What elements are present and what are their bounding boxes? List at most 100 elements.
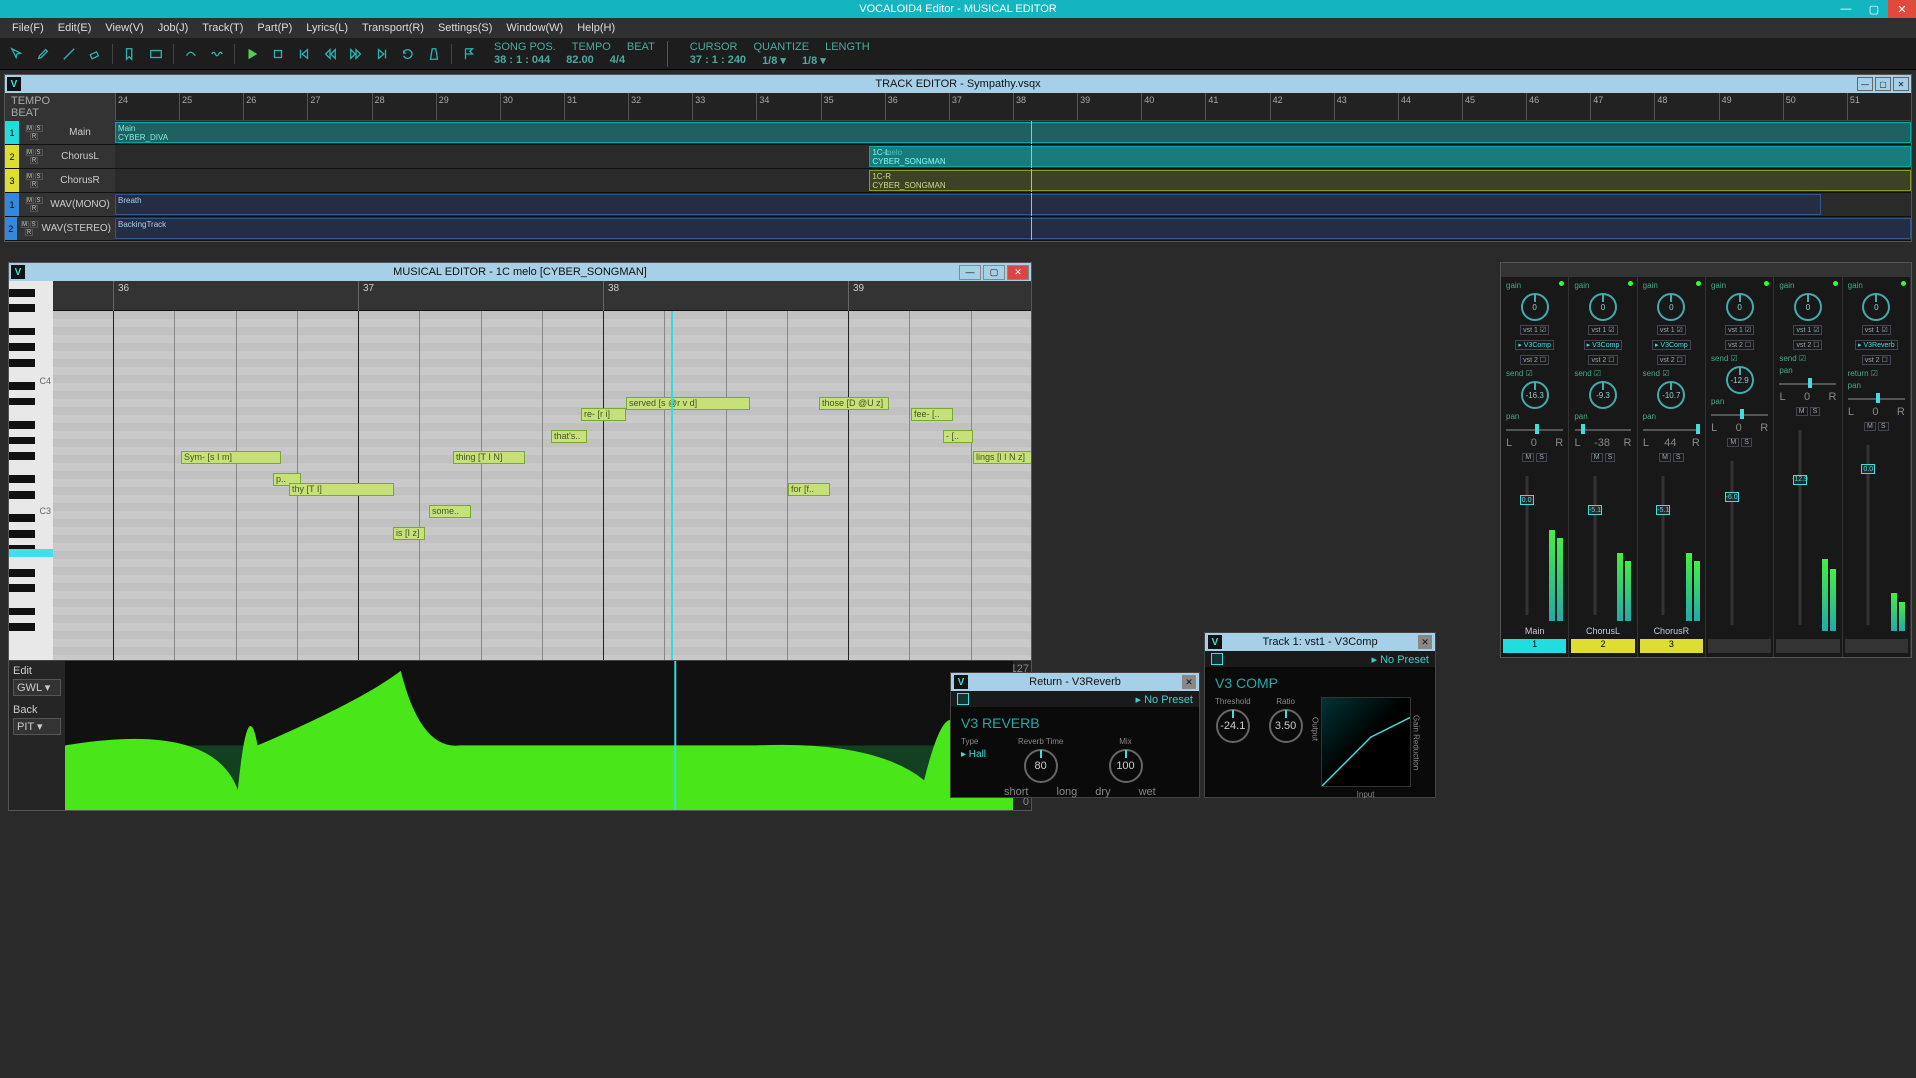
me-close-button[interactable]: ✕ — [1007, 265, 1029, 280]
strip-mute-button[interactable]: M — [1659, 453, 1671, 462]
strip-solo-button[interactable]: S — [1878, 422, 1889, 431]
vst2-slot[interactable]: vst 2 ☐ — [1862, 355, 1891, 365]
menu-item[interactable]: Track(T) — [196, 20, 249, 36]
solo-button[interactable]: S — [35, 149, 43, 156]
parameter-graph[interactable] — [65, 661, 1013, 810]
reverb-time-knob[interactable]: 80 — [1024, 749, 1058, 783]
piano-keyboard[interactable]: C4C3 — [9, 281, 53, 660]
note[interactable]: lings [l I N z] — [973, 451, 1031, 464]
tempo-value[interactable]: 82.00 — [566, 54, 594, 66]
back-dropdown[interactable]: PIT ▾ — [13, 718, 61, 735]
track-name[interactable]: WAV(MONO) — [49, 199, 115, 210]
vst2-slot[interactable]: vst 2 ☐ — [1657, 355, 1686, 365]
gain-knob[interactable]: 0 — [1589, 293, 1617, 321]
track-name[interactable]: ChorusL — [49, 151, 115, 162]
menu-item[interactable]: Part(P) — [251, 20, 298, 36]
strip-solo-button[interactable]: S — [1741, 438, 1752, 447]
rewind-start-button[interactable] — [293, 43, 315, 65]
strip-mute-button[interactable]: M — [1522, 453, 1534, 462]
pan-slider[interactable] — [1643, 424, 1700, 434]
menu-item[interactable]: Transport(R) — [356, 20, 430, 36]
note[interactable]: Sym- [s I m] — [181, 451, 281, 464]
vst-name[interactable]: ▸ V3Comp — [1652, 340, 1691, 350]
loop-button[interactable] — [397, 43, 419, 65]
rec-button[interactable]: R — [25, 229, 33, 236]
menu-item[interactable]: Help(H) — [571, 20, 621, 36]
track-number[interactable]: 1 — [5, 121, 19, 144]
volume-fader[interactable]: -12.9 — [1779, 424, 1820, 631]
track-ruler[interactable]: 2425262728293031323334353637383940414243… — [115, 93, 1911, 121]
panel-close-button[interactable]: ✕ — [1893, 77, 1909, 91]
solo-button[interactable]: S — [30, 221, 38, 228]
solo-button[interactable]: S — [35, 197, 43, 204]
track-lane[interactable]: MainCYBER_DIVA — [115, 121, 1911, 144]
rec-button[interactable]: R — [30, 181, 38, 188]
send-knob[interactable]: -10.7 — [1657, 381, 1685, 409]
track-lane[interactable]: Breath — [115, 193, 1911, 216]
menu-item[interactable]: File(F) — [6, 20, 50, 36]
vst1-slot[interactable]: vst 1 ☑ — [1588, 325, 1617, 335]
rec-button[interactable]: R — [30, 157, 38, 164]
track-number[interactable]: 1 — [5, 193, 19, 216]
note[interactable]: - [.. — [943, 430, 973, 443]
note[interactable]: those [D @U z] — [819, 397, 889, 410]
beat-value[interactable]: 4/4 — [610, 54, 625, 66]
songpos-value[interactable]: 38 : 1 : 044 — [494, 54, 550, 66]
strip-number[interactable] — [1776, 639, 1839, 653]
volume-fader[interactable]: 0.0 — [1848, 439, 1889, 631]
vst-name[interactable]: ▸ V3Reverb — [1855, 340, 1898, 350]
track-lane[interactable]: BackingTrack — [115, 217, 1911, 240]
edit-dropdown[interactable]: GWL ▾ — [13, 679, 61, 696]
track-lane[interactable]: 1C-RCYBER_SONGMAN — [115, 169, 1911, 192]
strip-solo-button[interactable]: S — [1810, 407, 1821, 416]
note[interactable]: that's.. — [551, 430, 587, 443]
rewind-button[interactable] — [319, 43, 341, 65]
piano-roll[interactable]: Sym- [s I m]p..thy [T I]is [I z]some..th… — [53, 311, 1031, 660]
note[interactable]: is [I z] — [393, 527, 425, 540]
reverb-close-button[interactable]: ✕ — [1182, 675, 1196, 689]
track-name[interactable]: Main — [49, 127, 115, 138]
vst-name[interactable]: ▸ V3Comp — [1584, 340, 1623, 350]
pan-slider[interactable] — [1848, 393, 1905, 403]
menu-item[interactable]: Window(W) — [500, 20, 569, 36]
comp-thresh-knob[interactable]: -24.1 — [1216, 709, 1250, 743]
gain-knob[interactable]: 0 — [1862, 293, 1890, 321]
marker-tool[interactable] — [119, 43, 141, 65]
vst1-slot[interactable]: vst 1 ☑ — [1862, 325, 1891, 335]
pencil-tool[interactable] — [32, 43, 54, 65]
volume-fader[interactable]: -5.1 — [1643, 470, 1684, 621]
eraser-tool[interactable] — [84, 43, 106, 65]
forward-button[interactable] — [345, 43, 367, 65]
strip-mute-button[interactable]: M — [1727, 438, 1739, 447]
mute-button[interactable]: M — [26, 125, 34, 132]
marker-skip-button[interactable] — [458, 43, 480, 65]
vst1-slot[interactable]: vst 1 ☑ — [1657, 325, 1686, 335]
volume-fader[interactable]: 0.0 — [1506, 470, 1547, 621]
minimize-button[interactable]: — — [1832, 0, 1860, 18]
mute-button[interactable]: M — [26, 197, 34, 204]
solo-button[interactable]: S — [35, 173, 43, 180]
track-number[interactable]: 2 — [5, 145, 19, 168]
strip-number[interactable] — [1845, 639, 1908, 653]
strip-solo-button[interactable]: S — [1536, 453, 1547, 462]
stop-button[interactable] — [267, 43, 289, 65]
me-minimize-button[interactable]: — — [959, 265, 981, 280]
send-knob[interactable]: -9.3 — [1589, 381, 1617, 409]
note[interactable]: thy [T I] — [289, 483, 394, 496]
pan-slider[interactable] — [1506, 424, 1563, 434]
pan-slider[interactable] — [1711, 409, 1768, 419]
length-value[interactable]: 1/8 ▾ — [802, 54, 826, 67]
note[interactable]: some.. — [429, 505, 471, 518]
gain-knob[interactable]: 0 — [1794, 293, 1822, 321]
menu-item[interactable]: View(V) — [99, 20, 149, 36]
clip[interactable]: 1C-RCYBER_SONGMAN — [869, 170, 1911, 191]
quantize-value[interactable]: 1/8 ▾ — [762, 54, 786, 67]
gain-knob[interactable]: 0 — [1521, 293, 1549, 321]
clip[interactable]: MainCYBER_DIVA — [115, 122, 1911, 143]
track-number[interactable]: 2 — [5, 217, 17, 240]
note[interactable]: re- [r i] — [581, 408, 626, 421]
strip-mute-button[interactable]: M — [1864, 422, 1876, 431]
line-tool[interactable] — [58, 43, 80, 65]
vst2-slot[interactable]: vst 2 ☐ — [1588, 355, 1617, 365]
forward-end-button[interactable] — [371, 43, 393, 65]
